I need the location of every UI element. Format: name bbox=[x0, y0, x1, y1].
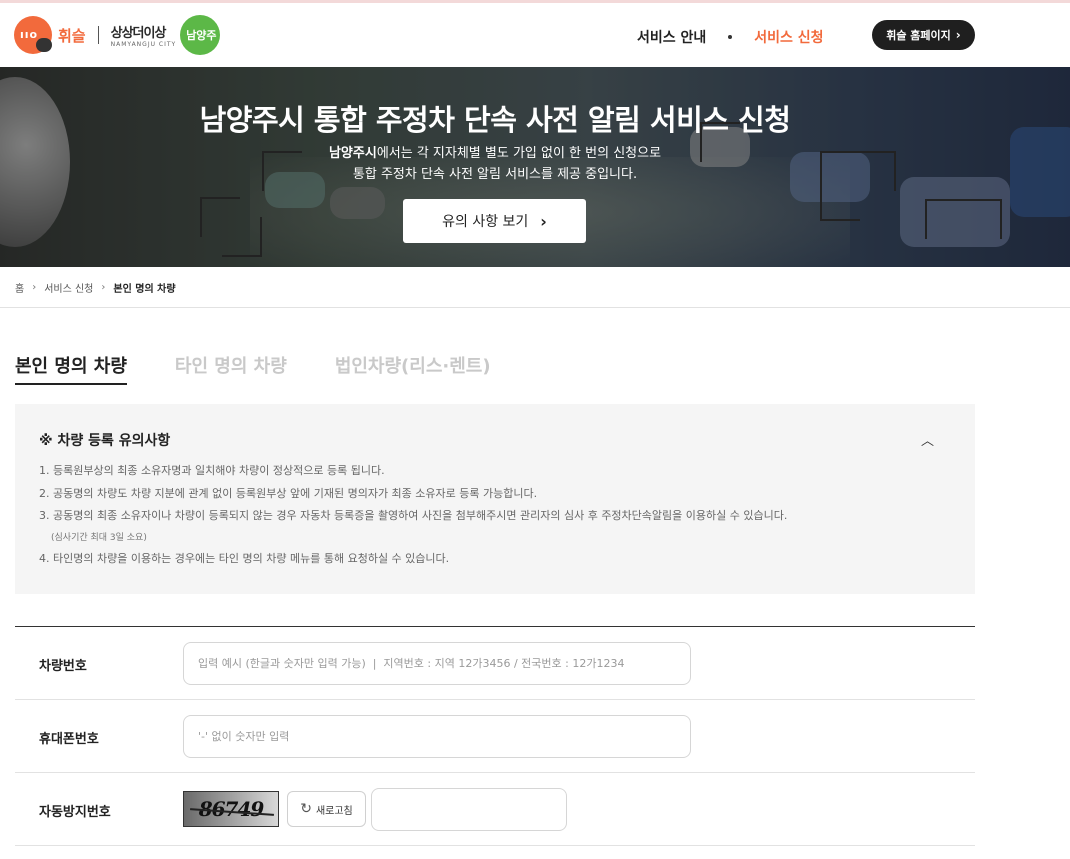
notice-item: 3. 공동명의 최종 소유자이나 차량이 등록되지 않는 경우 자동차 등록증을… bbox=[39, 509, 788, 522]
chevron-right-icon: › bbox=[540, 211, 547, 231]
notice-sub-item: (심사기간 최대 3일 소요) bbox=[51, 532, 147, 543]
hero-description: 남양주시에서는 각 지자체별 별도 가입 없이 한 번의 신청으로 통합 주정차… bbox=[0, 143, 990, 185]
tab-corporate-vehicle[interactable]: 법인차량(리스·렌트) bbox=[335, 352, 491, 385]
vehicle-number-input[interactable] bbox=[184, 643, 690, 684]
captcha-field-wrap bbox=[371, 788, 567, 831]
detect-frame bbox=[925, 199, 965, 239]
nav-service-apply[interactable]: 서비스 신청 bbox=[754, 27, 823, 47]
refresh-icon: ↻ bbox=[300, 801, 312, 817]
detect-frame bbox=[962, 199, 1002, 239]
captcha-row: 자동방지번호 86749 ↻ 새로고침 bbox=[15, 773, 975, 846]
captcha-image: 86749 bbox=[183, 791, 279, 827]
detect-frame bbox=[222, 217, 262, 257]
hero-desc-strong: 남양주시 bbox=[328, 146, 377, 161]
detect-frame bbox=[820, 181, 860, 221]
tab-own-vehicle[interactable]: 본인 명의 차량 bbox=[15, 352, 127, 385]
namyangju-badge-icon: 남양주 bbox=[180, 15, 221, 55]
phone-number-row: 휴대폰번호 bbox=[15, 700, 975, 773]
phone-number-field-wrap bbox=[183, 715, 691, 758]
main-nav: 서비스 안내 서비스 신청 bbox=[637, 27, 824, 47]
nav-separator bbox=[728, 35, 733, 39]
notice-item: 4. 타인명의 차량을 이용하는 경우에는 타인 명의 차량 메뉴를 통해 요청… bbox=[39, 551, 450, 565]
vehicle-number-field-wrap bbox=[183, 642, 691, 685]
whistle-logo-icon: ııo bbox=[14, 16, 52, 54]
registration-form: 차량번호 휴대폰번호 자동방지번호 86749 ↻ 새로고침 bbox=[15, 626, 975, 846]
phone-number-input[interactable] bbox=[184, 716, 690, 757]
breadcrumb: 홈 › 서비스 신청 › 본인 명의 차량 bbox=[15, 280, 176, 295]
city-sub: NAMYANGJU CITY bbox=[110, 41, 177, 48]
chevron-up-icon[interactable]: ︿ bbox=[921, 430, 934, 449]
brand-name: 휘슬 bbox=[58, 26, 86, 45]
hero-desc-line1: 에서는 각 지자체별 별도 가입 없이 한 번의 신청으로 bbox=[376, 146, 662, 161]
captcha-refresh-button[interactable]: ↻ 새로고침 bbox=[287, 791, 366, 827]
vehicle-type-tabs: 본인 명의 차량 타인 명의 차량 법인차량(리스·렌트) bbox=[15, 352, 539, 385]
notice-list: 1. 등록원부상의 최종 소유자명과 일치해야 차량이 정상적으로 등록 됩니다… bbox=[39, 460, 959, 570]
breadcrumb-home[interactable]: 홈 bbox=[15, 280, 24, 295]
refresh-label: 새로고침 bbox=[315, 805, 353, 817]
logo-area[interactable]: ııo 휘슬 상상더이상 NAMYANGJU CITY 남양주 bbox=[14, 12, 221, 58]
chevron-right-icon: › bbox=[955, 28, 961, 42]
notice-item: 2. 공동명의 차량도 차량 지분에 관계 없이 등록원부상 앞에 기재된 명의… bbox=[39, 486, 538, 500]
site-header: ııo 휘슬 상상더이상 NAMYANGJU CITY 남양주 서비스 안내 서… bbox=[0, 3, 1070, 67]
notice-title: ※ 차량 등록 유의사항 bbox=[39, 433, 171, 449]
phone-number-label: 휴대폰번호 bbox=[39, 732, 99, 747]
view-notice-label: 유의 사항 보기 bbox=[442, 214, 529, 230]
city-badge-label: 남양주 bbox=[186, 29, 217, 42]
whistle-home-button[interactable]: 휘슬 홈페이지 › bbox=[872, 20, 975, 50]
hero-title: 남양주시 통합 주정차 단속 사전 알림 서비스 신청 bbox=[199, 103, 791, 137]
hero-banner: 남양주시 통합 주정차 단속 사전 알림 서비스 신청 남양주시에서는 각 지자… bbox=[0, 67, 1070, 267]
logo-divider bbox=[97, 26, 99, 44]
city-logo: 상상더이상 NAMYANGJU CITY bbox=[111, 22, 177, 48]
vehicle-number-label: 차량번호 bbox=[39, 659, 87, 674]
breadcrumb-chevron-icon: › bbox=[101, 282, 106, 293]
nav-service-info[interactable]: 서비스 안내 bbox=[637, 27, 706, 47]
captcha-label: 자동방지번호 bbox=[39, 805, 111, 820]
vehicle-number-row: 차량번호 bbox=[15, 627, 975, 700]
city-slogan: 상상더이상 bbox=[110, 26, 167, 41]
hero-desc-line2: 통합 주정차 단속 사전 알림 서비스를 제공 중입니다. bbox=[352, 167, 638, 182]
home-button-label: 휘슬 홈페이지 bbox=[886, 29, 951, 42]
registration-notice: ※ 차량 등록 유의사항 ︿ 1. 등록원부상의 최종 소유자명과 일치해야 차… bbox=[15, 404, 975, 594]
breadcrumb-chevron-icon: › bbox=[32, 282, 37, 293]
tab-other-vehicle[interactable]: 타인 명의 차량 bbox=[175, 352, 287, 385]
captcha-input[interactable] bbox=[372, 789, 566, 830]
breadcrumb-service-apply[interactable]: 서비스 신청 bbox=[44, 280, 93, 295]
notice-item: 1. 등록원부상의 최종 소유자명과 일치해야 차량이 정상적으로 등록 됩니다… bbox=[39, 464, 385, 477]
breadcrumb-current: 본인 명의 차량 bbox=[113, 284, 176, 295]
view-notice-button[interactable]: 유의 사항 보기 › bbox=[403, 199, 586, 243]
breadcrumb-divider bbox=[0, 307, 1070, 308]
